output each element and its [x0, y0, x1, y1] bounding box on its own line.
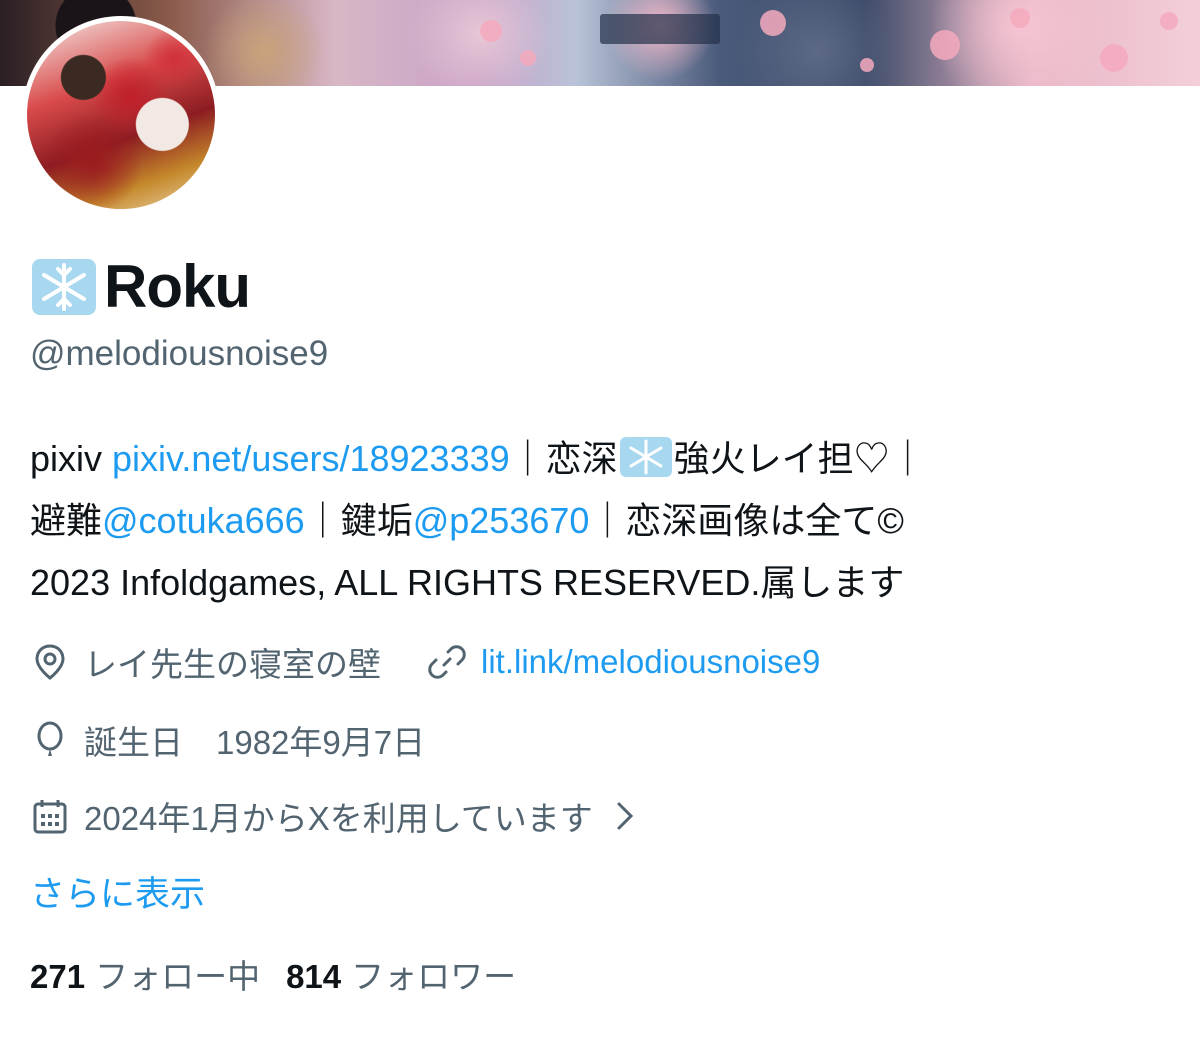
profile-bio: pixiv pixiv.net/users/18923339｜恋深 強火レイ担♡… — [30, 428, 1180, 614]
following-stat[interactable]: 271 フォロー中 — [30, 950, 260, 998]
bio-text: 避難 — [30, 500, 103, 541]
blossom-decoration — [1160, 12, 1178, 30]
bio-pixiv-link[interactable]: pixiv.net/users/18923339 — [112, 438, 510, 479]
link-icon — [428, 645, 466, 679]
blossom-decoration — [1010, 8, 1030, 28]
snowflake-icon — [32, 258, 96, 315]
show-more-link[interactable]: さらに表示 — [30, 866, 205, 917]
balloon-icon — [37, 721, 63, 756]
follow-stats: 271 フォロー中 814 フォロワー — [30, 950, 516, 998]
blossom-decoration — [860, 58, 874, 72]
display-name: Roku — [104, 253, 251, 320]
location-pin-icon — [35, 644, 65, 680]
blossom-decoration — [760, 10, 786, 36]
username-handle: @melodiousnoise9 — [30, 334, 329, 373]
blossom-decoration — [520, 50, 536, 66]
bio-text: 2023 Infoldgames, ALL RIGHTS RESERVED.属し… — [30, 562, 905, 603]
bio-mention-link[interactable]: @p253670 — [413, 500, 590, 541]
followers-count: 814 — [286, 958, 342, 995]
website-link[interactable]: lit.link/melodiousnoise9 — [481, 643, 820, 681]
bio-text: ｜恋深画像は全て© — [589, 500, 904, 541]
avatar[interactable] — [22, 16, 220, 214]
chevron-right-icon[interactable] — [605, 796, 645, 836]
bio-text: ｜恋深 — [509, 438, 618, 479]
blossom-decoration — [1100, 44, 1128, 72]
followers-label: フォロワー — [351, 958, 517, 995]
bio-text: pixiv — [30, 438, 113, 479]
bio-mention-link[interactable]: @cotuka666 — [102, 500, 305, 541]
joined-text: 2024年1月からXを利用しています — [84, 800, 593, 837]
birthday-row: 誕生日 1982年9月7日 — [30, 716, 425, 764]
location-website-row: レイ先生の寝室の壁 lit.link/melodiousnoise9 — [30, 638, 820, 686]
bio-text: 強火レイ担♡｜ — [673, 438, 926, 479]
avatar-image — [27, 21, 215, 209]
calendar-icon — [33, 800, 67, 834]
location-text: レイ先生の寝室の壁 — [84, 646, 381, 683]
following-label: フォロー中 — [95, 958, 261, 995]
birthday-text: 誕生日 1982年9月7日 — [84, 724, 426, 761]
followers-stat[interactable]: 814 フォロワー — [286, 950, 516, 998]
joined-row[interactable]: 2024年1月からXを利用しています — [30, 792, 645, 840]
blossom-decoration — [930, 30, 960, 60]
blossom-decoration — [480, 20, 502, 42]
following-count: 271 — [30, 958, 86, 995]
snowflake-icon — [619, 437, 672, 477]
banner-sign-decoration — [600, 14, 720, 44]
bio-text: ｜鍵垢 — [304, 500, 413, 541]
display-name-row: Roku — [30, 252, 251, 321]
